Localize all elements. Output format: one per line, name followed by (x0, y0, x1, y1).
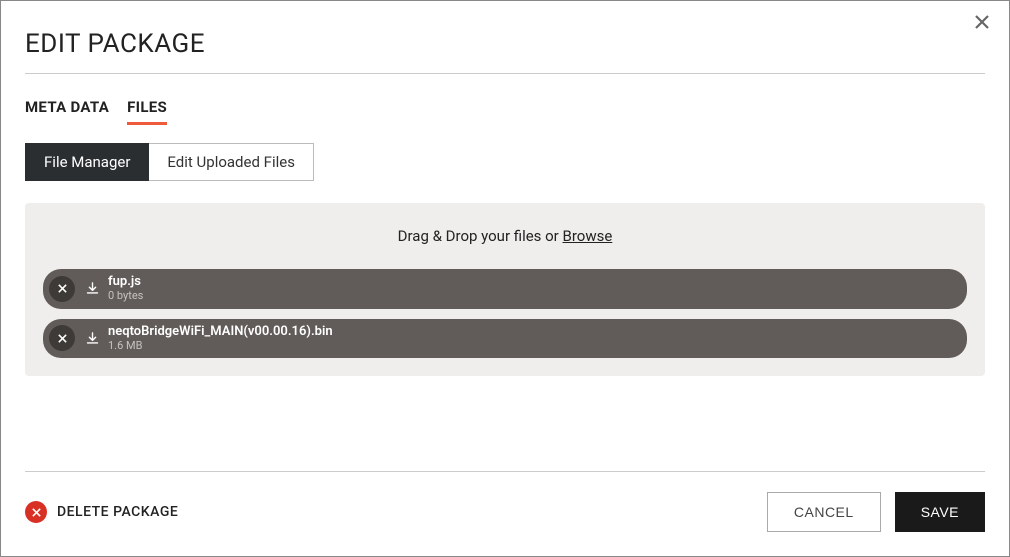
subtab-edit-uploaded[interactable]: Edit Uploaded Files (149, 143, 314, 181)
file-info: neqtoBridgeWiFi_MAIN(v00.00.16).bin 1.6 … (108, 325, 333, 353)
file-row: neqtoBridgeWiFi_MAIN(v00.00.16).bin 1.6 … (43, 319, 967, 359)
delete-package-button[interactable]: DELETE PACKAGE (25, 501, 178, 523)
dropzone-label: Drag & Drop your files or Browse (43, 227, 967, 245)
remove-file-button[interactable] (49, 276, 75, 302)
file-info: fup.js 0 bytes (108, 275, 143, 303)
browse-link[interactable]: Browse (563, 227, 613, 245)
content-area: Drag & Drop your files or Browse fup.js (1, 181, 1009, 441)
edit-package-modal: EDIT PACKAGE META DATA FILES File Manage… (0, 0, 1010, 557)
modal-footer: DELETE PACKAGE CANCEL SAVE (25, 471, 985, 556)
delete-icon (25, 501, 47, 523)
dropzone-text: Drag & Drop your files or (398, 227, 563, 245)
tab-bar: META DATA FILES (1, 84, 1009, 125)
modal-header: EDIT PACKAGE (1, 1, 1009, 84)
close-icon (973, 13, 991, 31)
file-size: 1.6 MB (108, 340, 333, 353)
file-name: neqtoBridgeWiFi_MAIN(v00.00.16).bin (108, 325, 333, 340)
cancel-button[interactable]: CANCEL (767, 492, 881, 532)
file-row: fup.js 0 bytes (43, 269, 967, 309)
tab-meta-data[interactable]: META DATA (25, 98, 109, 125)
modal-title: EDIT PACKAGE (25, 29, 985, 74)
delete-package-label: DELETE PACKAGE (57, 504, 178, 520)
save-button[interactable]: SAVE (895, 492, 985, 532)
subtab-file-manager[interactable]: File Manager (25, 143, 149, 181)
download-icon (85, 281, 100, 296)
close-icon (57, 283, 68, 294)
file-size: 0 bytes (108, 290, 143, 303)
dropzone[interactable]: Drag & Drop your files or Browse fup.js (25, 203, 985, 376)
remove-file-button[interactable] (49, 325, 75, 351)
file-name: fup.js (108, 275, 143, 290)
download-icon (85, 331, 100, 346)
footer-buttons: CANCEL SAVE (767, 492, 985, 532)
close-button[interactable] (973, 13, 991, 35)
tab-files[interactable]: FILES (127, 98, 167, 125)
subtab-bar: File Manager Edit Uploaded Files (1, 125, 1009, 181)
close-icon (57, 333, 68, 344)
